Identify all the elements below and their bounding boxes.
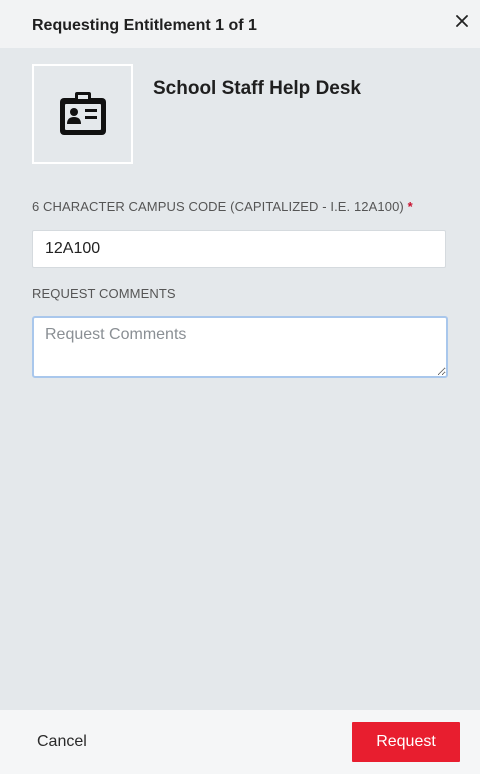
campus-code-input[interactable] [32, 230, 446, 268]
entitlement-thumbnail [32, 64, 133, 164]
close-button[interactable] [452, 11, 472, 31]
panel-header: Requesting Entitlement 1 of 1 [0, 0, 480, 48]
panel-title: Requesting Entitlement 1 of 1 [32, 17, 257, 34]
id-badge-icon [59, 92, 106, 135]
close-icon [456, 15, 468, 27]
request-button[interactable]: Request [352, 722, 460, 762]
request-comments-label: REQUEST COMMENTS [32, 286, 176, 301]
campus-code-label: 6 CHARACTER CAMPUS CODE (CAPITALIZED - I… [32, 199, 413, 215]
entitlement-request-panel: Requesting Entitlement 1 of 1 School Sta… [0, 0, 480, 774]
cancel-button[interactable]: Cancel [24, 722, 100, 762]
panel-footer: Cancel Request [0, 710, 480, 774]
campus-code-label-text: 6 CHARACTER CAMPUS CODE (CAPITALIZED - I… [32, 199, 404, 214]
entitlement-name: School Staff Help Desk [153, 78, 361, 99]
request-comments-input[interactable] [32, 316, 448, 378]
required-marker: * [407, 199, 413, 214]
